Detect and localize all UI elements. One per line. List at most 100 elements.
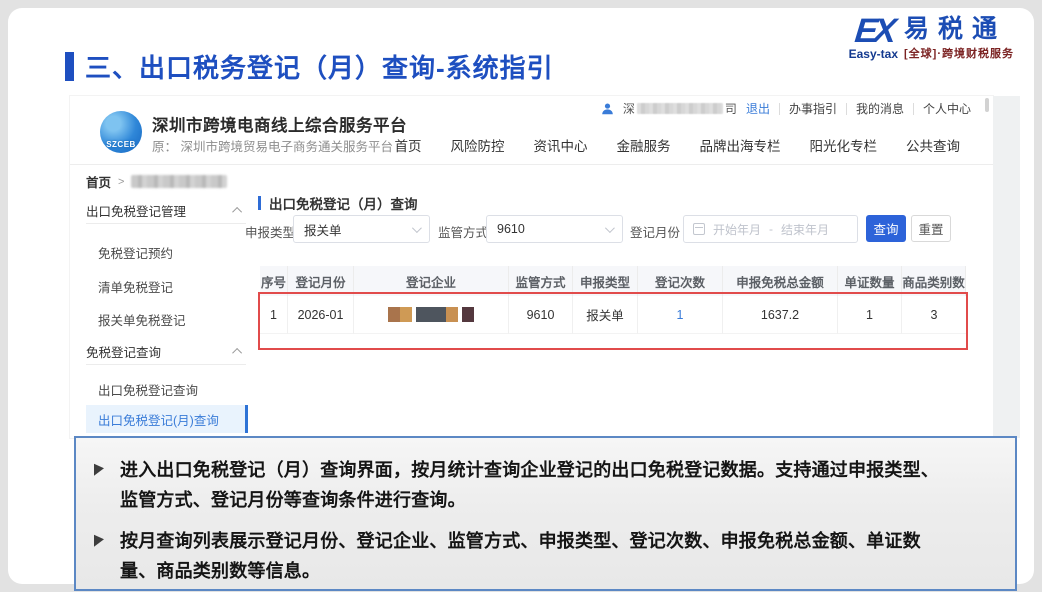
brand-logo: EX Easy-tax 易税通 [全球]·跨境财税服务 [849,16,1014,61]
notes-box: 进入出口免税登记（月）查询界面，按月统计查询企业登记的出口免税登记数据。支持通过… [74,436,1017,591]
cell-month: 2026-01 [288,296,354,334]
declare-type-label: 申报类型 [245,222,295,241]
nav-item-home[interactable]: 首页 [395,135,422,155]
redacted-enterprise-block [416,307,458,322]
note-text: 按月查询列表展示登记月份、登记企业、监管方式、申报类型、登记次数、申报免税总金额… [120,531,921,581]
column-header-enterprise: 登记企业 [354,266,509,296]
declare-type-value: 报关单 [304,220,342,239]
section-title-text: 出口免税登记（月）查询 [269,193,418,213]
column-header-doc-count: 单证数量 [838,266,902,296]
portal-logo-globe-icon: SZCEB [100,111,142,153]
column-header-declare-type: 申报类型 [573,266,638,296]
column-header-register-count: 登记次数 [638,266,723,296]
redacted-company-name [637,103,723,114]
query-button[interactable]: 查询 [866,215,906,242]
redacted-enterprise-block [388,307,412,322]
supervise-mode-select[interactable]: 9610 [486,215,623,243]
column-header-month: 登记月份 [288,266,354,296]
note-item: 进入出口免税登记（月）查询界面，按月统计查询企业登记的出口免税登记数据。支持通过… [92,455,955,515]
redacted-enterprise-block [462,307,474,322]
nav-item-finance[interactable]: 金融服务 [617,135,671,155]
supervise-mode-value: 9610 [497,222,525,236]
nav-item-sunshine[interactable]: 阳光化专栏 [810,135,878,155]
logout-link[interactable]: 退出 [746,100,770,117]
easytax-logo-icon: EX [853,16,894,46]
brand-logo-mark: EX Easy-tax [849,16,898,61]
company-prefix: 深 [623,100,635,117]
nav-item-brand[interactable]: 品牌出海专栏 [700,135,781,155]
user-bar: 深 司 退出 办事指引 我的消息 个人中心 [601,100,971,117]
user-link-profile[interactable]: 个人中心 [923,100,971,117]
company-suffix: 司 [725,100,737,117]
month-start-placeholder: 开始年月 [713,221,761,238]
sidebar-group-label: 免税登记查询 [86,342,161,361]
sidebar-item-declaration-registration[interactable]: 报关单免税登记 [86,305,246,333]
sidebar-item-taxfree-booking[interactable]: 免税登记预约 [86,238,246,266]
sidebar-item-list-registration[interactable]: 清单免税登记 [86,272,246,300]
redacted-breadcrumb-item [131,175,227,188]
chevron-up-icon [232,348,242,358]
section-accent-bar [258,196,261,210]
breadcrumb-separator: > [118,176,124,188]
cell-taxfree-amount: 1637.2 [723,296,838,334]
chevron-down-icon [412,223,422,233]
reset-button[interactable]: 重置 [911,215,951,242]
divider [779,103,780,115]
user-link-messages[interactable]: 我的消息 [856,100,904,117]
declare-type-select[interactable]: 报关单 [293,215,430,243]
column-header-taxfree-amount: 申报免税总金额 [723,266,838,296]
portal-logo-text: SZCEB [106,140,136,149]
sidebar-item-label: 报关单免税登记 [98,310,186,329]
sidebar-item-export-query[interactable]: 出口免税登记查询 [86,375,246,403]
note-text: 进入出口免税登记（月）查询界面，按月统计查询企业登记的出口免税登记数据。支持通过… [120,460,939,510]
register-count-link[interactable]: 1 [677,308,684,322]
brand-name: 易税通 [904,16,1006,42]
result-table: 序号 登记月份 登记企业 监管方式 申报类型 登记次数 申报免税总金额 单证数量… [260,266,966,334]
cell-category-count: 3 [902,296,966,334]
chevron-up-icon [232,207,242,217]
cell-enterprise-redacted [354,296,509,334]
sidebar-group-export-registration[interactable]: 出口免税登记管理 [86,198,246,224]
divider [913,103,914,115]
portal-nav: 首页 风险防控 资讯中心 金融服务 品牌出海专栏 阳光化专栏 公共查询 [395,135,961,155]
cell-doc-count: 1 [838,296,902,334]
nav-item-news[interactable]: 资讯中心 [534,135,588,155]
sidebar-group-registration-query[interactable]: 免税登记查询 [86,339,246,365]
calendar-icon [693,223,705,235]
register-month-label: 登记月份 [630,222,680,241]
sidebar-item-label: 免税登记预约 [98,243,173,262]
page-title: 三、出口税务登记（月）查询-系统指引 [85,48,554,85]
title-accent-bar [65,52,74,81]
user-icon [601,102,614,115]
column-header-category-count: 商品类别数 [902,266,966,296]
cell-seq: 1 [260,296,288,334]
nav-item-public-query[interactable]: 公共查询 [906,135,960,155]
user-link-guide[interactable]: 办事指引 [789,100,837,117]
column-header-supervise: 监管方式 [509,266,573,296]
user-company-name: 深 司 [623,100,737,117]
sidebar-item-label: 出口免税登记查询 [98,380,198,399]
nav-item-risk[interactable]: 风险防控 [451,135,505,155]
register-month-range-input[interactable]: 开始年月 - 结束年月 [683,215,858,243]
portal-page-background-strip [993,96,1020,438]
sidebar-item-label: 出口免税登记(月)查询 [98,410,219,429]
month-end-placeholder: 结束年月 [781,221,829,238]
sidebar-group-label: 出口免税登记管理 [86,201,186,220]
portal-site-subtitle: 原： 深圳市跨境贸易电子商务通关服务平台 [152,136,393,155]
month-range-separator: - [769,222,773,236]
sidebar-item-label: 清单免税登记 [98,277,173,296]
portal-site-title: 深圳市跨境电商线上综合服务平台 [152,112,407,136]
divider [846,103,847,115]
supervise-mode-label: 监管方式 [438,222,488,241]
breadcrumb-home[interactable]: 首页 [86,172,111,191]
note-item: 按月查询列表展示登记月份、登记企业、监管方式、申报类型、登记次数、申报免税总金额… [92,526,955,586]
brand-tagline: [全球]·跨境财税服务 [904,45,1014,61]
column-header-seq: 序号 [260,266,288,296]
section-title: 出口免税登记（月）查询 [258,193,418,213]
portal-screenshot: 深 司 退出 办事指引 我的消息 个人中心 SZCEB 深圳市跨境电商线上综合服… [70,96,993,438]
divider [70,164,993,165]
sidebar-item-export-monthly-query[interactable]: 出口免税登记(月)查询 [86,405,248,433]
chevron-down-icon [605,223,615,233]
bullet-arrow-icon [94,533,104,546]
scrollbar[interactable] [985,98,989,112]
